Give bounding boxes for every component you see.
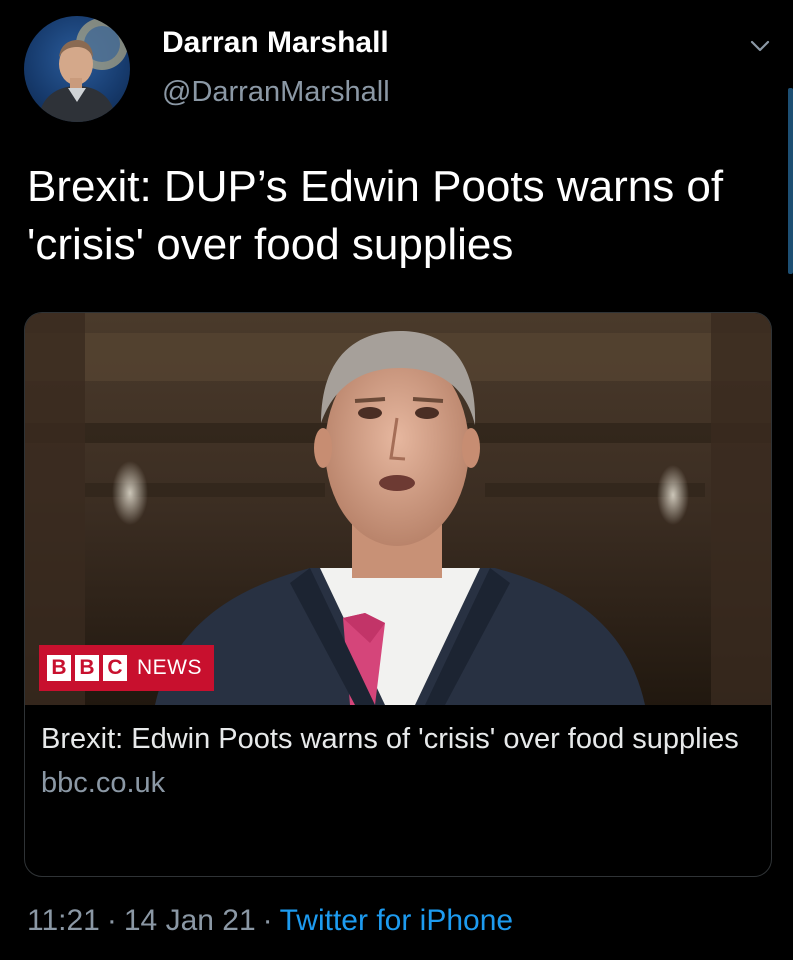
meta-separator: ·	[106, 904, 117, 937]
bbc-logo-letter: B	[75, 655, 99, 681]
author-avatar[interactable]	[24, 16, 130, 122]
chevron-down-icon[interactable]	[744, 30, 776, 62]
link-card-body[interactable]: Brexit: Edwin Poots warns of 'crisis' ov…	[41, 719, 741, 800]
bbc-logo-letter: B	[47, 655, 71, 681]
author-handle[interactable]: @DarranMarshall	[162, 76, 390, 109]
tweet-source[interactable]: Twitter for iPhone	[280, 904, 513, 937]
meta-separator: ·	[262, 904, 273, 937]
tweet-text: Brexit: DUP’s Edwin Poots warns of 'cris…	[27, 162, 724, 269]
avatar-photo	[38, 18, 128, 122]
link-card-image[interactable]: B B C NEWS	[25, 313, 771, 705]
author-display-name[interactable]: Darran Marshall	[162, 26, 389, 60]
tweet-meta: 11:21 · 14 Jan 21 · Twitter for iPhone	[27, 904, 513, 938]
bbc-logo-letter: C	[103, 655, 127, 681]
bbc-news-logo: B B C NEWS	[39, 645, 214, 691]
tweet-time[interactable]: 11:21	[27, 904, 100, 937]
link-card-domain: bbc.co.uk	[41, 767, 166, 799]
tweet-date[interactable]: 14 Jan 21	[124, 904, 256, 937]
tweet: Darran Marshall @DarranMarshall Brexit: …	[0, 0, 793, 960]
bbc-news-label: NEWS	[137, 656, 202, 679]
scroll-indicator	[788, 88, 793, 274]
link-card[interactable]: B B C NEWS Brexit: Edwin Poots warns of …	[24, 312, 772, 877]
link-card-title[interactable]: Brexit: Edwin Poots warns of 'crisis' ov…	[41, 719, 741, 759]
